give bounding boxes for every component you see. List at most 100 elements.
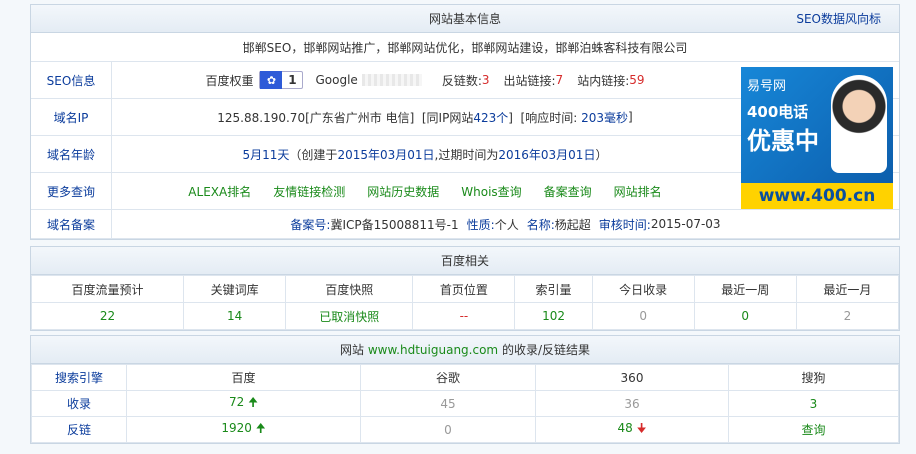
site-history-link[interactable]: 网站历史数据: [367, 183, 439, 200]
baidu-header-row: 百度流量预计 关键词库 百度快照 首页位置 索引量 今日收录 最近一周 最近一月: [30, 275, 900, 303]
results-header: 网站 www.hdtuiguang.com 的收录/反链结果: [31, 336, 899, 364]
up-arrow-icon: 🠉: [248, 395, 259, 409]
expires-prefix: ,过期时间为: [434, 147, 499, 162]
down-arrow-icon: 🠋: [636, 421, 647, 435]
backlinks-value: 3: [481, 73, 490, 87]
outlinks-value: 7: [555, 73, 564, 87]
age-close: ）: [595, 147, 608, 162]
icp-query-link[interactable]: 备案查询: [544, 183, 592, 200]
icp-name-label: 名称:: [526, 217, 555, 232]
same-ip-count-link[interactable]: 423个: [473, 109, 508, 126]
up-arrow-icon: 🠉: [255, 421, 266, 435]
col-index-count: 索引量: [514, 275, 593, 303]
baidu-paw-icon: ✿: [260, 71, 283, 89]
col-last-month: 最近一月: [795, 275, 900, 303]
ad-brand: 易号网: [747, 79, 787, 94]
results-title-prefix: 网站: [340, 343, 365, 357]
indexed-label: 收录: [31, 390, 127, 417]
seo-trends-link[interactable]: SEO数据风向标: [796, 5, 881, 33]
basic-info-title: 网站基本信息: [428, 12, 501, 26]
keyword-lib-value[interactable]: 14: [183, 302, 287, 330]
seo-info-label: SEO信息: [31, 62, 112, 98]
google-backlink-value: 0: [360, 416, 536, 443]
col-google: 谷歌: [360, 364, 536, 391]
col-today-indexed: 今日收录: [591, 275, 695, 303]
created-date: 2015年03月01日: [337, 147, 435, 162]
baidu-related-panel: 百度相关 百度流量预计 关键词库 百度快照 首页位置 索引量 今日收录 最近一周…: [30, 246, 900, 331]
baidu-weight-label: 百度权重: [205, 73, 254, 88]
ad-promo-text: 优惠中: [747, 127, 819, 155]
sogou-backlink-query-link[interactable]: 查询: [728, 416, 899, 443]
seo-info-values: 百度权重 ✿ 1 Google 反链数: 3 出站链接: 7 站内链接: 59: [112, 62, 738, 98]
col-sogou: 搜狗: [728, 364, 899, 391]
google-indexed-value: 45: [360, 390, 536, 417]
last-week-value: 0: [693, 302, 797, 330]
inlinks-label: 站内链接:: [577, 73, 630, 88]
today-indexed-value: 0: [591, 302, 695, 330]
domain-ip-label: 域名IP: [31, 99, 112, 135]
friend-link-check-link[interactable]: 友情链接检测: [273, 183, 345, 200]
domain-age-value: 5月11天: [242, 147, 290, 162]
baidu-backlink-value[interactable]: 1920: [221, 421, 252, 435]
whois-query-link[interactable]: Whois查询: [461, 183, 521, 200]
360-indexed-value: 36: [535, 390, 729, 417]
google-pr-bar: [361, 74, 422, 86]
icp-nature-value: 个人: [494, 217, 519, 232]
last-month-value: 2: [795, 302, 900, 330]
col-360: 360: [535, 364, 729, 391]
backlink-row: 反链 1920 🠉 0 48 🠋 查询: [31, 416, 899, 443]
domain-age-label: 域名年龄: [31, 136, 112, 172]
inlinks-value: 59: [629, 73, 645, 87]
icp-review-label: 审核时间:: [598, 217, 651, 232]
domain-icp-row: 域名备案 备案号: 冀ICP备15008811号-1 性质: 个人 名称: 杨起超 审…: [31, 210, 899, 239]
more-query-label: 更多查询: [31, 173, 112, 209]
google-label: Google: [315, 73, 358, 87]
results-title-suffix: 的收录/反链结果: [501, 343, 590, 357]
baidu-weight-value: 1: [288, 73, 297, 87]
baidu-indexed-cell: 72 🠉: [126, 390, 361, 417]
baidu-indexed-value[interactable]: 72: [229, 395, 244, 409]
site-description: 邯郸SEO，邯郸网站推广，邯郸网站优化，邯郸网站建设，邯郸泊蛛客科技有限公司: [242, 40, 688, 55]
icp-name-value: 杨起超: [554, 217, 591, 232]
baidu-weight-badge[interactable]: ✿ 1: [259, 71, 304, 89]
more-query-links: ALEXA排名 友情链接检测 网站历史数据 Whois查询 备案查询 网站排名: [112, 173, 738, 209]
index-count-value[interactable]: 102: [514, 302, 593, 330]
snapshot-value[interactable]: 已取消快照: [285, 302, 414, 330]
col-traffic-estimate: 百度流量预计: [30, 275, 185, 303]
icp-nature-label: 性质:: [466, 217, 495, 232]
icp-no-label: 备案号:: [290, 217, 331, 232]
ad-phone-text: 400电话: [747, 103, 809, 121]
outlinks-label: 出站链接:: [503, 73, 556, 88]
ad-banner[interactable]: 易号网 400电话 优惠中 www.400.cn: [741, 67, 893, 209]
col-snapshot: 百度快照: [285, 275, 414, 303]
backlink-label: 反链: [31, 416, 127, 443]
created-prefix: （创建于: [289, 147, 338, 162]
response-time: 203毫秒: [581, 110, 629, 125]
response-label: ] [响应时间:: [508, 110, 582, 125]
traffic-estimate-value: 22: [30, 302, 185, 330]
ad-operator-image: [831, 75, 887, 173]
domain-icp-values: 备案号: 冀ICP备15008811号-1 性质: 个人 名称: 杨起超 审核时间: 2…: [112, 210, 899, 238]
col-last-week: 最近一周: [693, 275, 797, 303]
col-home-position: 首页位置: [412, 275, 516, 303]
basic-info-panel: 网站基本信息 SEO数据风向标 邯郸SEO，邯郸网站推广，邯郸网站优化，邯郸网站…: [30, 4, 900, 240]
icp-no-value: 冀ICP备15008811号-1: [330, 217, 459, 232]
col-search-engine: 搜索引擎: [31, 364, 127, 391]
domain-age-values: 5月11天 （创建于 2015年03月01日 ,过期时间为 2016年03月01日）: [112, 136, 738, 172]
ip-close-bracket: ]: [628, 110, 633, 124]
basic-info-header: 网站基本信息 SEO数据风向标: [31, 5, 899, 33]
ip-address-text: 125.88.190.70[广东省广州市 电信] [同IP网站: [217, 110, 474, 125]
expires-date: 2016年03月01日: [498, 147, 596, 162]
indexed-row: 收录 72 🠉 45 36 3: [31, 390, 899, 417]
backlinks-label: 反链数:: [441, 73, 482, 88]
col-keyword-lib: 关键词库: [183, 275, 287, 303]
results-header-row: 搜索引擎 百度 谷歌 360 搜狗: [31, 364, 899, 391]
site-rank-link[interactable]: 网站排名: [614, 183, 662, 200]
360-backlink-value[interactable]: 48: [617, 421, 632, 435]
baidu-values-row: 22 14 已取消快照 -- 102 0 0 2: [30, 302, 900, 330]
baidu-related-title: 百度相关: [440, 254, 489, 268]
alexa-rank-link[interactable]: ALEXA排名: [188, 183, 251, 200]
results-table: 搜索引擎 百度 谷歌 360 搜狗 收录 72 🠉 45 36 3 反链 192…: [31, 364, 899, 443]
results-domain-link[interactable]: www.hdtuiguang.com: [368, 343, 498, 357]
baidu-related-table: 百度流量预计 关键词库 百度快照 首页位置 索引量 今日收录 最近一周 最近一月…: [30, 275, 900, 330]
